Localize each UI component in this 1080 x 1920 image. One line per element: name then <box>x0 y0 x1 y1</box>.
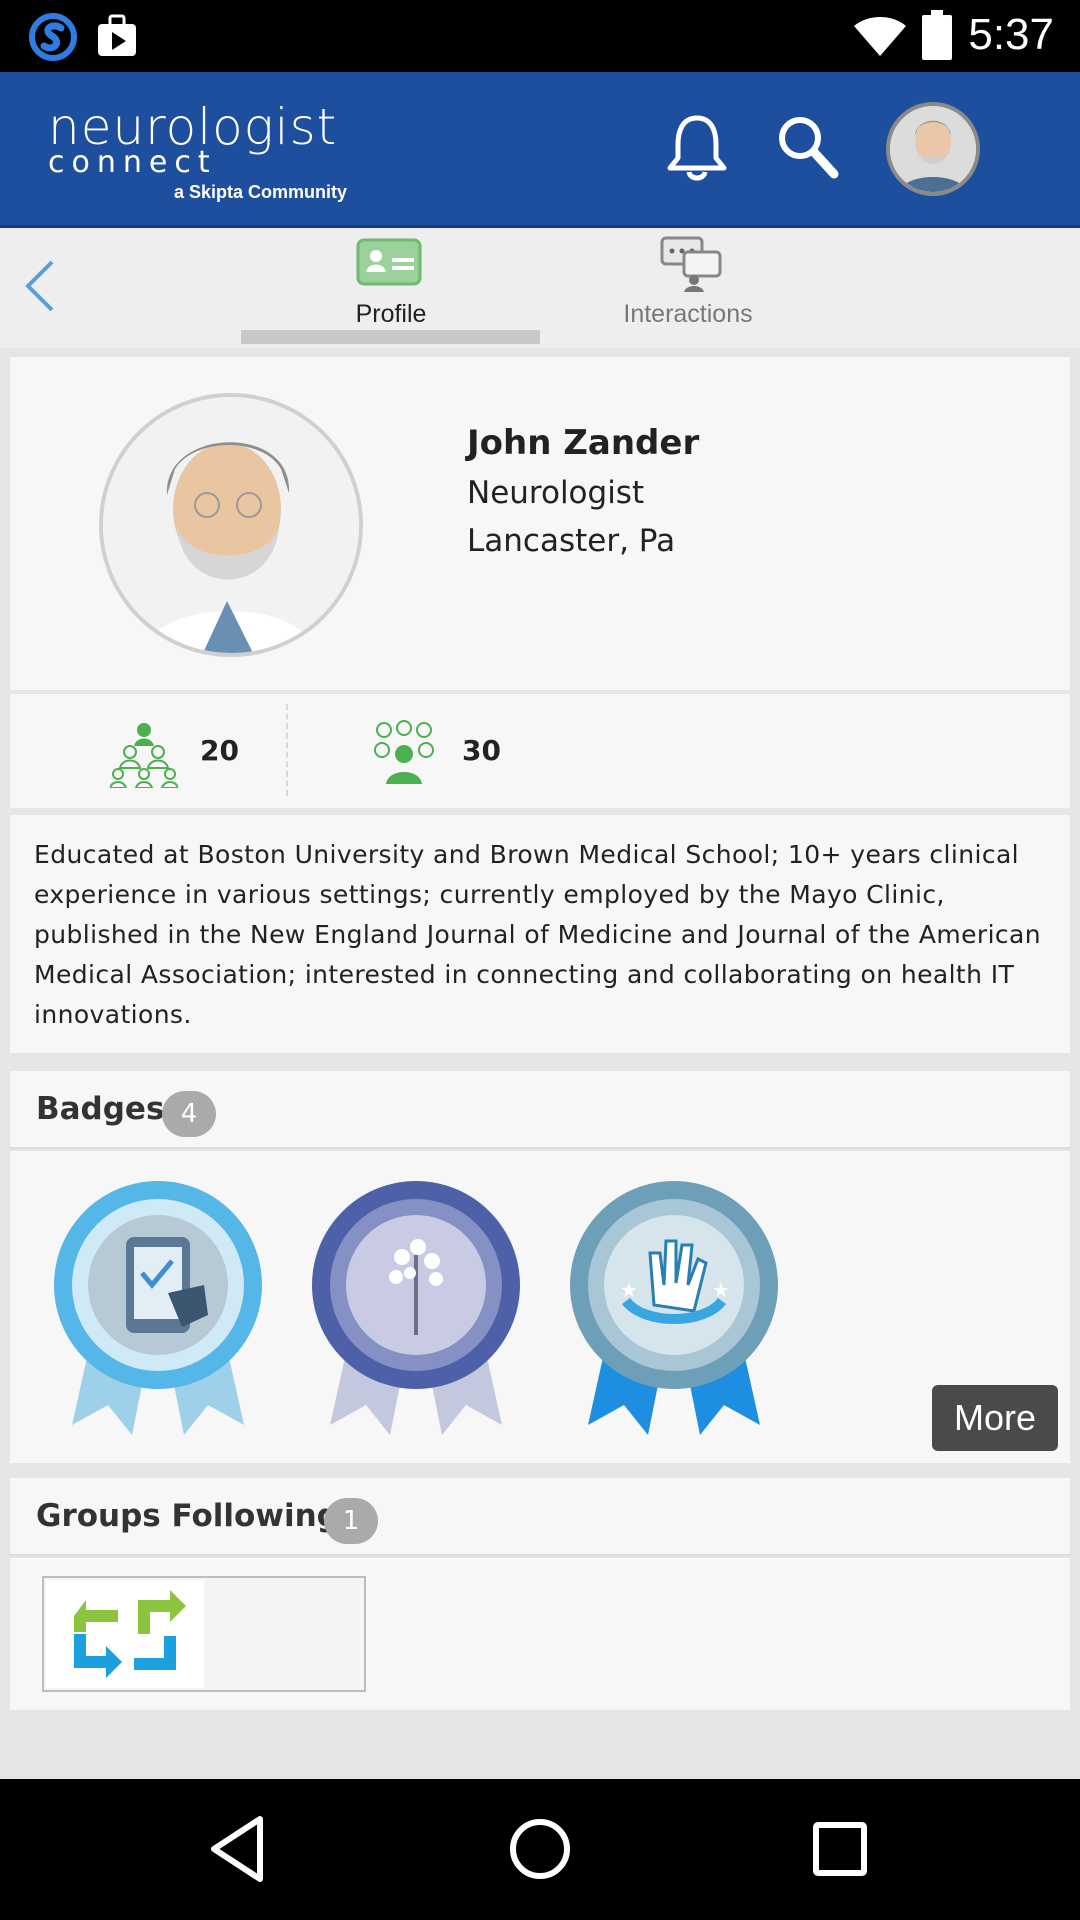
followers-icon[interactable] <box>110 722 178 788</box>
followers-count: 20 <box>200 734 239 767</box>
more-badges-button[interactable]: More <box>932 1385 1058 1451</box>
hand-badge[interactable]: ★ ★ <box>564 1175 784 1435</box>
search-icon[interactable] <box>776 114 840 180</box>
recents-icon[interactable] <box>800 1809 880 1889</box>
back-arrow-icon[interactable] <box>20 256 60 316</box>
profile-photo-image <box>103 397 359 653</box>
groups-title: Groups Following <box>36 1498 339 1534</box>
avatar[interactable] <box>886 102 980 196</box>
groups-header: Groups Following 1 <box>10 1478 1070 1556</box>
bell-icon[interactable] <box>664 112 730 184</box>
profile-card-icon <box>356 238 422 286</box>
badges-list: ★ ★ More <box>10 1151 1070 1463</box>
logo-tagline: a Skipta Community <box>174 182 348 202</box>
active-tab-indicator <box>241 330 540 344</box>
badges-header: Badges 4 <box>10 1071 1070 1149</box>
skype-icon <box>29 13 77 61</box>
tree-badge[interactable] <box>306 1175 526 1435</box>
media-upload-icon <box>98 14 136 56</box>
group-logo <box>46 1580 204 1688</box>
avatar-face <box>890 106 976 192</box>
groups-list <box>10 1558 1070 1710</box>
system-nav-bar <box>0 1779 1080 1920</box>
svg-text:★: ★ <box>620 1278 638 1302</box>
stats-card: 20 30 <box>10 694 1070 808</box>
home-icon[interactable] <box>500 1809 580 1889</box>
profile-photo <box>99 393 363 657</box>
bio-text: Educated at Boston University and Brown … <box>34 840 1042 1029</box>
group-tile[interactable] <box>42 1576 366 1692</box>
tab-profile-label: Profile <box>355 300 427 328</box>
badges-count: 4 <box>162 1091 216 1137</box>
tab-profile[interactable]: Profile <box>241 232 541 342</box>
exchange-arrows-logo <box>74 1590 186 1678</box>
bio-card: Educated at Boston University and Brown … <box>10 815 1070 1053</box>
badges-title: Badges <box>36 1091 165 1127</box>
tab-interactions[interactable]: Interactions <box>538 232 838 342</box>
profile-card: John Zander Neurologist Lancaster, Pa <box>10 357 1070 690</box>
app-logo[interactable]: neurologist connect a Skipta Community <box>48 102 347 203</box>
groups-count: 1 <box>324 1498 378 1544</box>
tab-interactions-label: Interactions <box>623 300 753 328</box>
profile-location: Lancaster, Pa <box>467 523 676 559</box>
clock-time: 5:37 <box>968 10 1054 59</box>
chat-bubbles-icon <box>660 236 722 292</box>
following-icon[interactable] <box>372 720 436 784</box>
svg-text:★: ★ <box>712 1278 730 1302</box>
stats-divider <box>286 704 288 796</box>
back-icon[interactable] <box>200 1809 280 1889</box>
status-bar: 5:37 <box>0 0 1080 72</box>
following-count: 30 <box>462 734 501 767</box>
profile-name: John Zander <box>467 423 700 463</box>
tablet-touch-badge[interactable] <box>48 1175 268 1435</box>
wifi-icon <box>854 17 906 56</box>
battery-icon <box>922 10 952 60</box>
profile-specialty: Neurologist <box>467 475 645 511</box>
